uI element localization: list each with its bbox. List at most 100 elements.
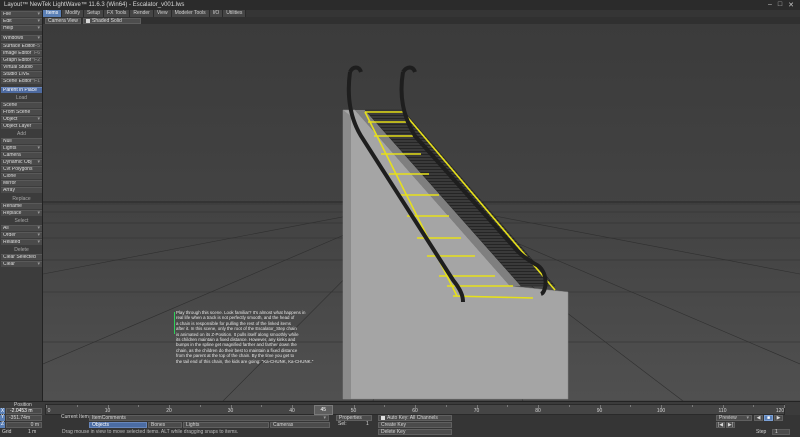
clear-button[interactable]: Clear ▾ — [1, 261, 42, 267]
chevron-down-icon: ▾ — [746, 415, 749, 421]
ruler-tick-label: 10 — [104, 408, 111, 414]
studio-live-button[interactable]: Studio LIVE — [1, 71, 42, 77]
current-frame-indicator[interactable]: 45 — [313, 405, 333, 415]
ruler-tick-label: 80 — [535, 408, 541, 414]
sel-label: Sel: — [338, 421, 347, 427]
ruler-tick — [261, 405, 263, 407]
ruler-tick-label: 60 — [412, 408, 418, 414]
position-x-field[interactable]: -2.0453 m — [6, 408, 42, 414]
ruler-tick-label: 70 — [473, 408, 480, 414]
chevron-down-icon: ▾ — [37, 210, 40, 216]
load-object-layer-button[interactable]: Object Layer — [1, 123, 42, 129]
clear-selected-button[interactable]: Clear Selected — [1, 254, 42, 260]
ruler-tick-label: 0 — [47, 408, 51, 414]
graph-editor-button[interactable]: Graph Editor ^F2 — [1, 57, 42, 63]
tab-fx-tools[interactable]: FX Tools — [104, 10, 131, 17]
chevron-down-icon: ▾ — [37, 25, 40, 31]
tab-modeler-tools[interactable]: Modeler Tools — [171, 10, 210, 17]
minimize-icon[interactable]: – — [768, 1, 772, 9]
replace-button[interactable]: Replace ▾ — [1, 210, 42, 216]
rename-button[interactable]: Rename — [1, 203, 42, 209]
tab-render[interactable]: Render — [130, 10, 154, 17]
cvt-polygons-button[interactable]: Cvt Polygons — [1, 166, 42, 172]
file-menu[interactable]: File ▾ — [1, 11, 42, 17]
virtual-studio-button[interactable]: Virtual Studio — [1, 64, 42, 70]
close-icon[interactable]: ✕ — [788, 1, 794, 9]
windows-menu[interactable]: Windows ▾ — [1, 35, 42, 41]
position-y-field[interactable]: -351.74m — [6, 415, 42, 421]
select-order-button[interactable]: Order ▾ — [1, 232, 42, 238]
array-button[interactable]: Array — [1, 187, 42, 193]
chevron-down-icon: ▾ — [37, 159, 40, 165]
add-lights-button[interactable]: Lights ▾ — [1, 145, 42, 151]
viewport-header: Camera View Shaded Solid — [43, 17, 800, 24]
ruler-tick — [691, 405, 693, 407]
image-editor-button[interactable]: Image Editor F6 — [1, 50, 42, 56]
stop-icon[interactable]: ■ — [764, 415, 773, 421]
ruler-tick-label: 100 — [656, 408, 666, 414]
add-dynamic-obj-button[interactable]: Dynamic Obj ▾ — [1, 159, 42, 165]
text-cursor — [174, 312, 175, 334]
main-tab-bar: Items Modify Setup FX Tools Render View … — [43, 10, 800, 17]
current-item-label: Current Item — [61, 414, 89, 420]
help-menu[interactable]: Help ▾ — [1, 25, 42, 31]
objects-button[interactable]: Objects — [89, 422, 147, 428]
scene-editor-button[interactable]: Scene Editor ^F1 — [1, 78, 42, 84]
preview-dropdown[interactable]: Preview ▾ — [716, 415, 752, 421]
tab-io[interactable]: I/O — [209, 10, 224, 17]
mirror-button[interactable]: Mirror — [1, 180, 42, 186]
add-section-header: Add — [17, 131, 26, 137]
play-forward-icon[interactable]: ▶ — [774, 415, 783, 421]
add-camera-button[interactable]: Camera — [1, 152, 42, 158]
go-to-end-icon[interactable]: ▶| — [726, 422, 735, 428]
lights-button[interactable]: Lights — [183, 422, 269, 428]
delete-section-header: Delete — [14, 247, 29, 253]
parent-in-place-toggle[interactable]: Parent in Place — [1, 87, 42, 93]
select-related-button[interactable]: Related ▾ — [1, 239, 42, 245]
tab-modify[interactable]: Modify — [62, 10, 84, 17]
load-object-button[interactable]: Object ▾ — [1, 116, 42, 122]
tab-items[interactable]: Items — [43, 10, 63, 17]
add-null-button[interactable]: Null — [1, 138, 42, 144]
create-key-button[interactable]: Create Key — [378, 422, 452, 428]
cameras-button[interactable]: Cameras — [270, 422, 330, 428]
delete-key-button[interactable]: Delete Key — [378, 429, 452, 435]
ruler-tick — [138, 405, 140, 407]
frame-slider[interactable]: 0 10 20 30 40 50 60 70 80 90 100 110 120 45 — [45, 404, 785, 415]
select-all-button[interactable]: All ▾ — [1, 225, 42, 231]
bones-button[interactable]: Bones — [148, 422, 182, 428]
tab-view[interactable]: View — [153, 10, 172, 17]
chevron-down-icon: ▾ — [37, 225, 40, 231]
load-scene-button[interactable]: Scene — [1, 102, 42, 108]
left-toolbar: File ▾ Edit ▾ Help ▾ Windows ▾ Surface Edito… — [0, 10, 43, 401]
play-backward-icon[interactable]: ◀ — [754, 415, 763, 421]
timeline: Position X -2.0453 m 0 10 20 30 40 50 60 70 80 90… — [0, 401, 800, 415]
checkbox-icon — [381, 416, 385, 420]
maximize-icon[interactable]: □ — [778, 1, 782, 9]
tab-utilities[interactable]: Utilities — [223, 10, 247, 17]
edit-menu[interactable]: Edit ▾ — [1, 18, 42, 24]
surface-editor-button[interactable]: Surface Editor F5 — [1, 43, 42, 49]
tab-setup[interactable]: Setup — [83, 10, 105, 17]
chevron-down-icon: ▾ — [37, 35, 40, 41]
z-axis-toggle[interactable]: Z — [0, 422, 5, 428]
ruler-tick-label: 120 — [775, 408, 785, 414]
auto-key-dropdown[interactable]: Auto Key: All Channels — [378, 415, 452, 421]
ruler-tick — [630, 405, 632, 407]
camera-viewport[interactable]: Play through this scene. Look familiar? … — [43, 24, 800, 401]
view-mode-dropdown[interactable]: Camera View — [45, 17, 81, 24]
clone-button[interactable]: Clone — [1, 173, 42, 179]
shading-mode-dropdown[interactable]: Shaded Solid — [83, 17, 141, 24]
position-z-field[interactable]: 0 m — [6, 422, 42, 428]
ruler-tick — [384, 405, 386, 407]
chevron-down-icon: ▾ — [37, 116, 40, 122]
window-title: Layout™ NewTek LightWave™ 11.6.3 (Win64)… — [4, 2, 185, 8]
step-field[interactable]: 1 — [772, 429, 790, 435]
load-from-scene-button[interactable]: From Scene — [1, 109, 42, 115]
replace-section-header: Replace — [12, 196, 31, 202]
go-to-start-icon[interactable]: |◀ — [716, 422, 725, 428]
grid-label: Grid — [2, 429, 12, 435]
ruler-tick-label: 90 — [596, 408, 603, 414]
status-message: Drag mouse in view to move selected item… — [62, 429, 239, 435]
current-item-dropdown[interactable]: ItemComments ▾ — [89, 415, 329, 421]
